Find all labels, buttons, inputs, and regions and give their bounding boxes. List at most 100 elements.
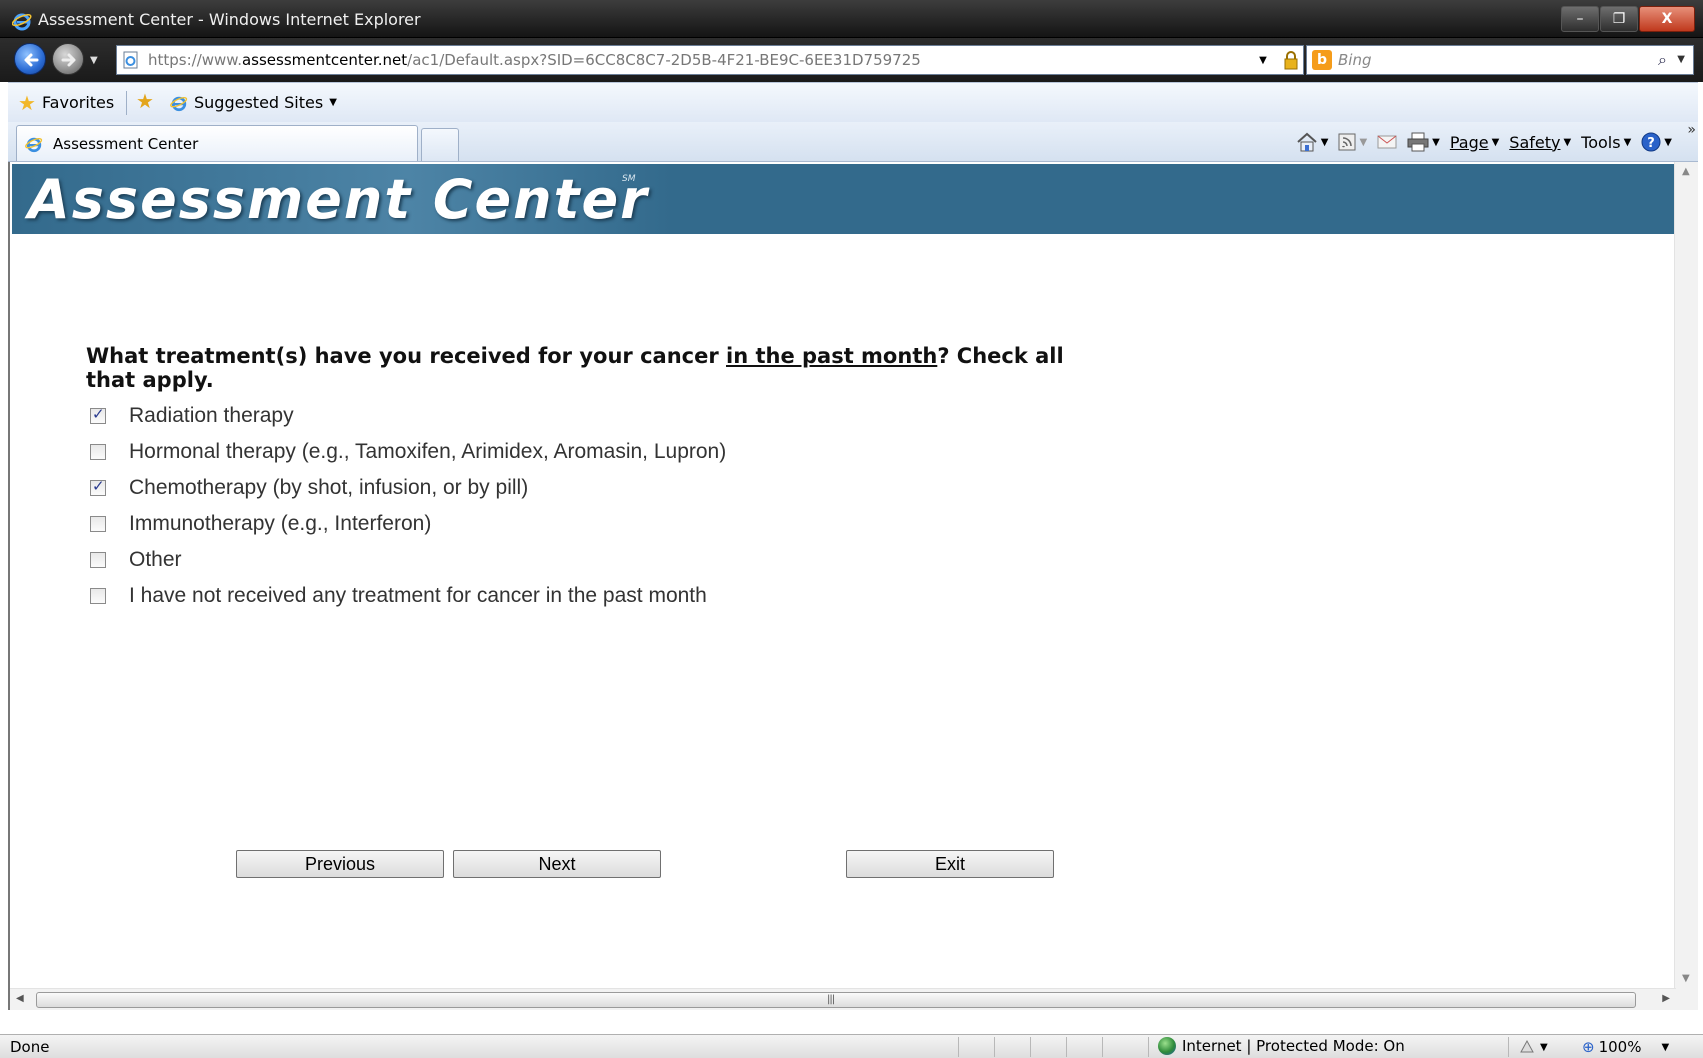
exit-button[interactable]: Exit bbox=[846, 850, 1054, 878]
option-hormonal-therapy[interactable]: Hormonal therapy (e.g., Tamoxifen, Arimi… bbox=[90, 434, 726, 470]
lock-icon[interactable] bbox=[1279, 49, 1303, 71]
scroll-up-icon[interactable]: ▲ bbox=[1682, 166, 1690, 177]
print-button[interactable]: ▼ bbox=[1407, 132, 1440, 152]
scroll-down-icon[interactable]: ▼ bbox=[1682, 973, 1690, 984]
search-icon[interactable]: ⌕ bbox=[1658, 50, 1667, 70]
url-dropdown-icon[interactable]: ▼ bbox=[1251, 49, 1275, 71]
home-dropdown-icon[interactable]: ▼ bbox=[1321, 137, 1329, 148]
tab-ie-icon bbox=[25, 137, 43, 153]
favorites-bar: ★ Favorites ★ Suggested Sites ▼ bbox=[8, 82, 1698, 122]
add-to-favorites-bar-button[interactable]: ★ bbox=[136, 91, 154, 111]
suggested-sites-button[interactable]: Suggested Sites ▼ bbox=[170, 93, 337, 112]
new-tab-button[interactable] bbox=[421, 128, 459, 161]
home-button[interactable]: ▼ bbox=[1296, 132, 1329, 152]
option-radiation-therapy[interactable]: Radiation therapy bbox=[90, 398, 726, 434]
status-separator bbox=[1148, 1037, 1149, 1057]
scroll-right-icon[interactable]: ▶ bbox=[1662, 993, 1670, 1004]
site-logo-text: Assessment Center bbox=[28, 168, 649, 231]
svg-text:?: ? bbox=[1648, 136, 1656, 151]
checkbox-chemotherapy[interactable] bbox=[90, 477, 106, 496]
checkbox-hormonal-therapy[interactable] bbox=[90, 444, 106, 460]
answer-options: Radiation therapy Hormonal therapy (e.g.… bbox=[90, 398, 726, 614]
status-separator bbox=[958, 1037, 959, 1057]
option-label[interactable]: Chemotherapy (by shot, infusion, or by p… bbox=[129, 476, 528, 500]
address-row: ▼ https://www.assessmentcenter.net/ac1/D… bbox=[0, 38, 1703, 82]
tab-assessment-center[interactable]: Assessment Center bbox=[16, 125, 418, 161]
feeds-dropdown-icon[interactable]: ▼ bbox=[1359, 137, 1367, 148]
suggested-sites-label: Suggested Sites bbox=[194, 93, 324, 112]
help-icon: ? bbox=[1641, 132, 1661, 152]
address-bar[interactable]: https://www.assessmentcenter.net/ac1/Def… bbox=[116, 45, 1381, 75]
mail-icon bbox=[1377, 135, 1397, 149]
suggested-sites-dropdown-icon: ▼ bbox=[329, 97, 337, 108]
checkbox-no-treatment[interactable] bbox=[90, 588, 106, 604]
zoom-icon: ⊕ bbox=[1582, 1038, 1595, 1056]
page-icon bbox=[123, 51, 138, 69]
option-label[interactable]: Radiation therapy bbox=[129, 404, 294, 428]
search-box[interactable]: b Bing ⌕ ▼ bbox=[1306, 45, 1694, 75]
recent-pages-dropdown-icon[interactable]: ▼ bbox=[90, 55, 98, 66]
protected-mode-icon bbox=[1520, 1039, 1534, 1053]
more-commands-chevron-icon[interactable]: » bbox=[1687, 122, 1696, 138]
status-separator bbox=[994, 1037, 995, 1057]
feeds-button[interactable]: ▼ bbox=[1338, 133, 1367, 151]
read-mail-button[interactable] bbox=[1377, 134, 1397, 150]
tab-label: Assessment Center bbox=[53, 135, 199, 153]
search-placeholder: Bing bbox=[1338, 51, 1372, 69]
close-window-button[interactable]: X bbox=[1639, 6, 1695, 32]
url-text[interactable]: https://www.assessmentcenter.net/ac1/Def… bbox=[148, 51, 921, 69]
help-button[interactable]: ? ▼ bbox=[1641, 132, 1672, 152]
status-separator bbox=[1102, 1037, 1103, 1057]
horizontal-scrollbar[interactable]: ◀ ||| ▶ bbox=[10, 988, 1676, 1010]
safety-menu[interactable]: Safety ▼ bbox=[1509, 133, 1571, 152]
feeds-icon bbox=[1338, 133, 1356, 151]
page-menu-label: Page bbox=[1449, 132, 1489, 152]
horizontal-scroll-thumb[interactable]: ||| bbox=[36, 992, 1636, 1008]
checkbox-immunotherapy[interactable] bbox=[90, 516, 106, 532]
zoom-control[interactable]: ⊕ 100% ▼ bbox=[1582, 1038, 1669, 1056]
maximize-button[interactable]: ❐ bbox=[1600, 6, 1638, 32]
forward-button[interactable] bbox=[52, 43, 84, 75]
question-text-before: What treatment(s) have you received for … bbox=[86, 344, 726, 368]
option-label[interactable]: Other bbox=[129, 548, 182, 572]
print-dropdown-icon[interactable]: ▼ bbox=[1432, 137, 1440, 148]
favorites-button[interactable]: ★ Favorites bbox=[18, 93, 114, 113]
internet-globe-icon bbox=[1158, 1037, 1176, 1055]
minimize-button[interactable]: – bbox=[1561, 6, 1599, 32]
status-text: Done bbox=[10, 1038, 50, 1056]
next-button[interactable]: Next bbox=[453, 850, 661, 878]
site-banner: Assessment Center SM bbox=[12, 164, 1676, 234]
checkbox-radiation-therapy[interactable] bbox=[90, 405, 106, 424]
search-options-dropdown-icon[interactable]: ▼ bbox=[1677, 54, 1685, 65]
option-immunotherapy[interactable]: Immunotherapy (e.g., Interferon) bbox=[90, 506, 726, 542]
option-label[interactable]: I have not received any treatment for ca… bbox=[129, 584, 707, 608]
scroll-grip-icon: ||| bbox=[827, 994, 835, 1005]
vertical-scrollbar[interactable]: ▲ ▼ bbox=[1674, 162, 1698, 1010]
protected-mode-dropdown-icon: ▼ bbox=[1540, 1041, 1548, 1053]
question-text-underlined: in the past month bbox=[726, 344, 938, 368]
tools-menu[interactable]: Tools ▼ bbox=[1581, 133, 1631, 152]
zoom-dropdown-icon: ▼ bbox=[1661, 1041, 1670, 1053]
back-button[interactable] bbox=[14, 43, 46, 75]
checkbox-other[interactable] bbox=[90, 552, 106, 568]
option-label[interactable]: Hormonal therapy (e.g., Tamoxifen, Arimi… bbox=[129, 440, 726, 464]
status-bar: Done Internet | Protected Mode: On ▼ ⊕ 1… bbox=[0, 1034, 1703, 1058]
window-title-bar: Assessment Center - Windows Internet Exp… bbox=[0, 0, 1703, 38]
protected-mode-tools[interactable]: ▼ bbox=[1518, 1038, 1548, 1056]
forward-arrow-icon bbox=[61, 53, 76, 67]
option-label[interactable]: Immunotherapy (e.g., Interferon) bbox=[129, 512, 431, 536]
status-separator bbox=[1030, 1037, 1031, 1057]
safety-menu-dropdown-icon: ▼ bbox=[1563, 136, 1572, 148]
option-chemotherapy[interactable]: Chemotherapy (by shot, infusion, or by p… bbox=[90, 470, 726, 506]
previous-button[interactable]: Previous bbox=[236, 850, 444, 878]
page-menu[interactable]: Page ▼ bbox=[1450, 133, 1499, 152]
scroll-left-icon[interactable]: ◀ bbox=[16, 993, 24, 1004]
print-icon bbox=[1407, 132, 1429, 152]
security-zone[interactable]: Internet | Protected Mode: On bbox=[1158, 1037, 1405, 1055]
option-other[interactable]: Other bbox=[90, 542, 726, 578]
bing-icon: b bbox=[1312, 50, 1332, 70]
ie-logo-icon bbox=[12, 13, 32, 31]
option-no-treatment[interactable]: I have not received any treatment for ca… bbox=[90, 578, 726, 614]
tools-menu-label: Tools bbox=[1581, 132, 1621, 152]
safety-menu-label: Safety bbox=[1509, 132, 1561, 152]
